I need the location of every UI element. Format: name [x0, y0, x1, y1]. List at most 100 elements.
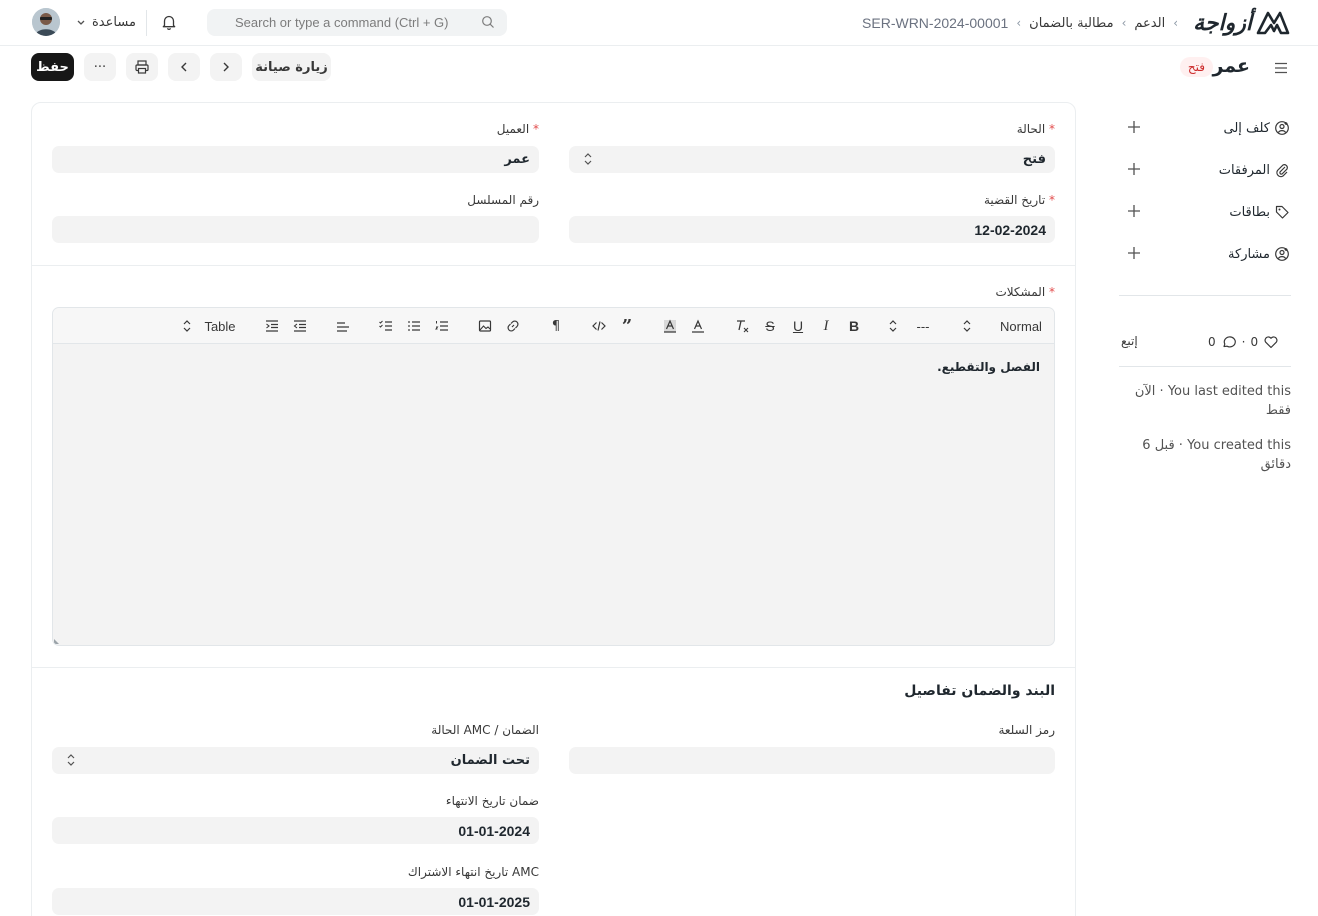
- maintenance-visit-button[interactable]: زيارة صيانة: [252, 53, 331, 81]
- issues-editor[interactable]: Normal --- B I U S ” ¶ Table الفصل والتق…: [52, 307, 1055, 646]
- select-arrows-icon[interactable]: [181, 317, 193, 335]
- help-dropdown[interactable]: مساعدة: [76, 12, 136, 32]
- add-assign-icon[interactable]: [1126, 119, 1142, 135]
- item-code-label: رمز السلعة: [998, 723, 1055, 737]
- blockquote-icon[interactable]: ”: [618, 316, 636, 337]
- breadcrumb-separator: ‹: [1121, 16, 1127, 30]
- share-icon: [1274, 246, 1290, 262]
- breadcrumb-warranty-claim[interactable]: مطالبة بالضمان: [1029, 16, 1113, 31]
- complaint-date-label: * تاريخ القضية: [983, 193, 1055, 207]
- amc-expiry-field[interactable]: 01-01-2025: [52, 888, 539, 915]
- breadcrumb-document-id[interactable]: SER-WRN-2024-00001: [862, 15, 1008, 31]
- add-tag-icon[interactable]: [1126, 203, 1142, 219]
- sidebar-item-share[interactable]: مشاركة: [1120, 244, 1290, 264]
- font-size-select[interactable]: ---: [911, 317, 935, 335]
- breadcrumb-separator: ‹: [1016, 16, 1022, 30]
- resize-handle-icon[interactable]: [54, 638, 60, 644]
- logo-mark-icon: [1256, 9, 1290, 37]
- image-icon[interactable]: [476, 317, 494, 335]
- breadcrumb-separator: ‹: [1173, 16, 1178, 30]
- chevron-right-icon: [219, 60, 233, 74]
- chevron-down-icon: [76, 17, 86, 27]
- last-edited-text: You last edited this · الآن فقط: [1134, 384, 1291, 418]
- search-bar[interactable]: [207, 9, 507, 36]
- text-color-icon[interactable]: [689, 317, 707, 335]
- strikethrough-icon[interactable]: S: [761, 317, 779, 335]
- italic-icon[interactable]: I: [817, 317, 835, 335]
- sidebar-divider: [1119, 366, 1291, 367]
- status-field-label: * الحالة: [1016, 122, 1055, 136]
- link-icon[interactable]: [504, 317, 522, 335]
- follow-button[interactable]: إتبع: [1121, 334, 1138, 348]
- user-avatar[interactable]: [32, 8, 60, 36]
- warranty-amc-status-label: الضمان / AMC الحالة: [431, 723, 539, 737]
- created-text: You created this · قبل 6 دقائق: [1142, 438, 1291, 472]
- sidebar-toggle-icon[interactable]: [1272, 59, 1290, 77]
- warranty-expiry-label: ضمان تاريخ الانتهاء: [445, 794, 539, 808]
- serial-no-label: رقم المسلسل: [467, 193, 539, 207]
- print-button[interactable]: [126, 53, 158, 81]
- bold-icon[interactable]: B: [845, 317, 863, 335]
- outdent-icon[interactable]: [291, 317, 309, 335]
- add-share-icon[interactable]: [1126, 245, 1142, 261]
- text-direction-icon[interactable]: ¶: [547, 317, 565, 335]
- app-logo[interactable]: أزواجة: [1193, 7, 1290, 39]
- more-actions-button[interactable]: ···: [84, 53, 116, 81]
- editor-content[interactable]: الفصل والتقطيع.: [937, 360, 1040, 374]
- ordered-list-icon[interactable]: [433, 317, 451, 335]
- chevron-left-icon: [177, 60, 191, 74]
- breadcrumb-support[interactable]: الدعم: [1134, 16, 1165, 31]
- indent-icon[interactable]: [263, 317, 281, 335]
- checklist-icon[interactable]: [377, 317, 395, 335]
- background-color-icon[interactable]: [661, 317, 679, 335]
- underline-icon[interactable]: U: [789, 317, 807, 335]
- paperclip-icon: [1274, 162, 1290, 178]
- editor-toolbar: Normal --- B I U S ” ¶ Table: [53, 308, 1054, 344]
- next-doc-button[interactable]: [210, 53, 242, 81]
- navbar-divider: [146, 10, 147, 36]
- align-icon[interactable]: [334, 317, 352, 335]
- sidebar-item-attachments[interactable]: المرفقات: [1120, 160, 1290, 180]
- section-divider: [32, 265, 1075, 266]
- bullet-list-icon[interactable]: [405, 317, 423, 335]
- section-divider: [32, 667, 1075, 668]
- amc-expiry-label: AMC تاريخ انتهاء الاشتراك: [407, 865, 539, 879]
- sidebar-item-tags[interactable]: بطاقات: [1120, 202, 1290, 222]
- warranty-expiry-field[interactable]: 01-01-2024: [52, 817, 539, 844]
- customer-field[interactable]: عمر: [52, 146, 539, 173]
- page-title: عمر: [1212, 55, 1250, 77]
- issues-label: * المشكلات: [995, 285, 1055, 299]
- previous-doc-button[interactable]: [168, 53, 200, 81]
- navbar: مساعدة SER-WRN-2024-00001 ‹ مطالبة بالضم…: [0, 0, 1318, 46]
- status-select[interactable]: فتح: [569, 146, 1055, 173]
- sidebar-item-label: مشاركة: [1228, 246, 1270, 262]
- heart-icon[interactable]: [1263, 334, 1279, 350]
- stats-dot: ·: [1241, 335, 1246, 349]
- like-count: 0: [1250, 335, 1259, 349]
- sidebar-item-label: بطاقات: [1229, 204, 1270, 220]
- help-label: مساعدة: [92, 14, 136, 30]
- paragraph-style-select[interactable]: Normal: [996, 317, 1046, 335]
- serial-no-field[interactable]: [52, 216, 539, 243]
- warranty-amc-status-select[interactable]: تحت الضمان: [52, 747, 539, 774]
- save-button[interactable]: حفظ: [31, 53, 74, 81]
- complaint-date-field[interactable]: 12-02-2024: [569, 216, 1055, 243]
- sidebar-item-label: كلف إلى: [1223, 120, 1271, 136]
- bell-icon[interactable]: [160, 13, 178, 31]
- table-select[interactable]: Table: [200, 317, 240, 335]
- customer-field-label: * العميل: [496, 122, 539, 136]
- add-attachment-icon[interactable]: [1126, 161, 1142, 177]
- item-code-field[interactable]: [569, 747, 1055, 774]
- comment-icon[interactable]: [1221, 334, 1237, 350]
- search-icon: [481, 15, 495, 29]
- select-arrows-icon[interactable]: [887, 317, 899, 335]
- code-icon[interactable]: [590, 317, 608, 335]
- select-arrows-icon[interactable]: [961, 317, 973, 335]
- search-input[interactable]: [235, 15, 475, 30]
- clear-format-icon[interactable]: [733, 317, 751, 335]
- select-arrows-icon: [583, 152, 593, 166]
- tag-icon: [1274, 204, 1290, 220]
- comment-count: 0: [1208, 335, 1216, 349]
- social-stats: 0 · 0: [1208, 333, 1279, 351]
- sidebar-item-assign[interactable]: كلف إلى: [1120, 118, 1290, 138]
